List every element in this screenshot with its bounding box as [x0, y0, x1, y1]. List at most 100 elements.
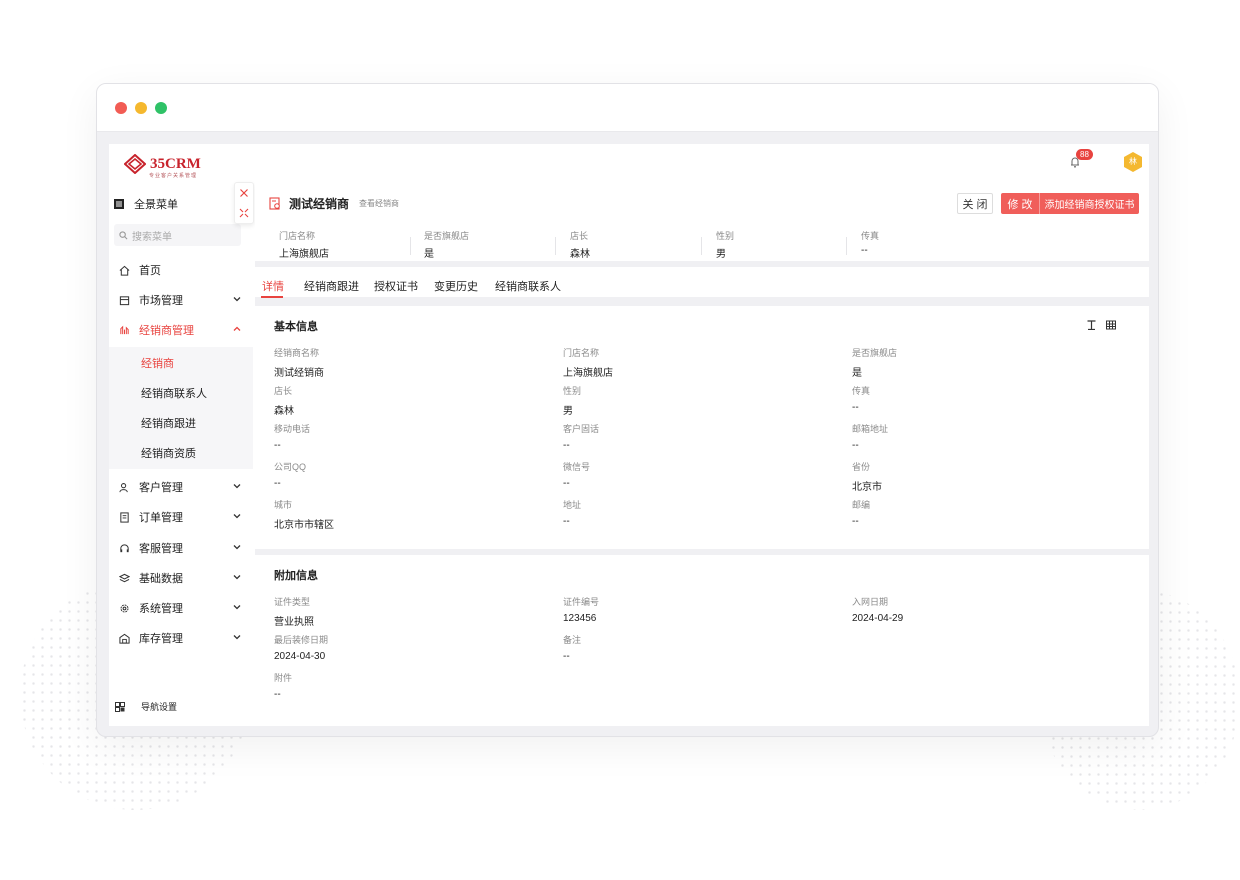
field-address: 地址 --: [563, 498, 823, 527]
sidebar-item-label: 订单管理: [139, 512, 183, 524]
field-value: --: [274, 689, 281, 700]
field-label: 地址: [563, 500, 582, 510]
sidebar-item-dealer[interactable]: 经销商管理: [109, 315, 253, 345]
table-view-icon[interactable]: [1106, 320, 1116, 330]
active-tab-indicator: [261, 296, 283, 298]
menu-search-input[interactable]: 搜索菜单: [114, 224, 241, 246]
field-wechat: 微信号 --: [563, 460, 823, 489]
field-label: 客户固话: [563, 424, 600, 434]
field-province: 省份 北京市: [852, 460, 1112, 493]
text-format-icon[interactable]: [1087, 320, 1096, 330]
tab-history[interactable]: 变更历史: [434, 278, 478, 294]
field-value: 2024-04-29: [852, 613, 904, 624]
layout-settings-icon: [115, 701, 125, 712]
field-label: 邮箱地址: [852, 424, 889, 434]
brand-logo[interactable]: 35CRM: [124, 154, 201, 174]
field-label: 省份: [852, 462, 871, 472]
field-last-renovation: 最后装修日期 2024-04-30: [274, 633, 534, 662]
page-title-text: 测试经销商: [289, 197, 350, 211]
dealer-icon: [117, 325, 131, 336]
user-icon: [117, 482, 131, 493]
add-license-button[interactable]: 添加经销商授权证书: [1039, 193, 1139, 214]
window-close-dot[interactable]: [115, 102, 127, 114]
nav-settings-label: 导航设置: [141, 702, 178, 712]
tab-contacts[interactable]: 经销商联系人: [495, 278, 561, 294]
chevron-down-icon: [233, 297, 241, 302]
field-city: 城市 北京市市辖区: [274, 498, 534, 531]
field-value: 北京市市辖区: [274, 520, 334, 531]
close-icon[interactable]: [239, 188, 249, 198]
tab-followup[interactable]: 经销商跟进: [304, 278, 359, 294]
window-minimize-dot[interactable]: [135, 102, 147, 114]
field-certificate-type: 证件类型 营业执照: [274, 595, 534, 628]
sidebar-subitem-dealer-contacts[interactable]: 经销商联系人: [109, 378, 253, 408]
sidebar-item-label: 客服管理: [139, 543, 183, 555]
edit-button[interactable]: 修 改: [1001, 193, 1039, 214]
record-header: 测试经销商 查看经销商 关 闭 修 改 添加经销商授权证书 门店名称 上海旗舰店 …: [255, 181, 1149, 261]
sidebar-subitem-dealer[interactable]: 经销商: [109, 348, 253, 378]
field-label: 邮编: [852, 500, 871, 510]
nav-settings-button[interactable]: 导航设置: [115, 700, 177, 713]
sidebar-item-system[interactable]: 系统管理: [109, 593, 253, 623]
search-placeholder: 搜索菜单: [132, 231, 172, 243]
window-titlebar: [97, 84, 1158, 132]
summary-divider: [701, 237, 702, 255]
sidebar-item-orders[interactable]: 订单管理: [109, 502, 253, 532]
avatar[interactable]: 林: [1122, 151, 1144, 173]
field-value: 北京市: [852, 482, 882, 493]
close-button[interactable]: 关 闭: [957, 193, 993, 214]
field-label: 入网日期: [852, 597, 889, 607]
store-icon: [117, 295, 131, 306]
tab-details[interactable]: 详情: [262, 278, 284, 294]
avatar-text: 林: [1129, 157, 1137, 166]
logo-mark-icon: [124, 154, 146, 174]
subitem-label: 经销商资质: [141, 448, 196, 460]
sidebar-item-basedata[interactable]: 基础数据: [109, 563, 253, 593]
summary-store-name: 门店名称 上海旗舰店: [279, 229, 411, 260]
field-label: 证件编号: [563, 597, 600, 607]
sidebar-item-customers[interactable]: 客户管理: [109, 472, 253, 502]
sidebar-item-service[interactable]: 客服管理: [109, 533, 253, 563]
field-value: 是: [852, 368, 862, 379]
field-label: 备注: [563, 635, 582, 645]
window-maximize-dot[interactable]: [155, 102, 167, 114]
panorama-menu[interactable]: 全景菜单: [114, 196, 178, 212]
field-gender: 性别男: [563, 384, 823, 417]
field-store-name: 门店名称 上海旗舰店: [563, 346, 823, 379]
summary-value: 上海旗舰店: [279, 249, 329, 260]
field-label: 城市: [274, 500, 293, 510]
menu-grid-icon: [114, 199, 124, 209]
sidebar-item-label: 经销商管理: [139, 325, 194, 337]
chevron-down-icon: [233, 545, 241, 550]
sidebar-subitem-dealer-qualification[interactable]: 经销商资质: [109, 438, 253, 468]
field-qq: 公司QQ --: [274, 460, 534, 489]
sidebar-item-label: 基础数据: [139, 573, 183, 585]
field-attachment: 附件 --: [274, 671, 534, 700]
collapse-icon[interactable]: [239, 208, 249, 218]
field-dealer-name: 经销商名称 测试经销商: [274, 346, 534, 379]
brand-name: 35CRM: [150, 155, 201, 172]
sidebar-item-label: 首页: [139, 265, 161, 277]
browser-window: 35CRM 专业客户关系管理 全景菜单 搜索菜单 首页 市场管理 经销商管理 经…: [96, 83, 1159, 737]
field-label: 经销商名称: [274, 348, 320, 358]
summary-value: 森林: [570, 249, 590, 260]
summary-value: 是: [424, 249, 434, 260]
sidebar-item-market[interactable]: 市场管理: [109, 285, 253, 315]
summary-value: 男: [716, 249, 726, 260]
gear-icon: [117, 603, 131, 614]
home-icon: [117, 265, 131, 276]
chevron-down-icon: [233, 484, 241, 489]
chevron-up-icon: [233, 326, 241, 331]
field-label: 公司QQ: [274, 462, 307, 472]
sidebar-subitem-dealer-followup[interactable]: 经销商跟进: [109, 408, 253, 438]
basic-info-card: 基本信息 经销商名称 测试经销商 门店名称 上海旗舰店 是否旗舰店是 店长 森林 性别…: [255, 306, 1149, 549]
main-content: 测试经销商 查看经销商 关 闭 修 改 添加经销商授权证书 门店名称 上海旗舰店 …: [255, 181, 1149, 726]
sidebar-item-home[interactable]: 首页: [109, 255, 253, 285]
summary-fax: 传真 --: [861, 229, 993, 256]
sidebar-item-label: 库存管理: [139, 633, 183, 645]
summary-value: --: [861, 245, 868, 256]
sidebar-item-inventory[interactable]: 库存管理: [109, 623, 253, 653]
field-value: --: [563, 516, 570, 527]
page-subtitle: 查看经销商: [359, 199, 400, 208]
tab-license[interactable]: 授权证书: [374, 278, 418, 294]
